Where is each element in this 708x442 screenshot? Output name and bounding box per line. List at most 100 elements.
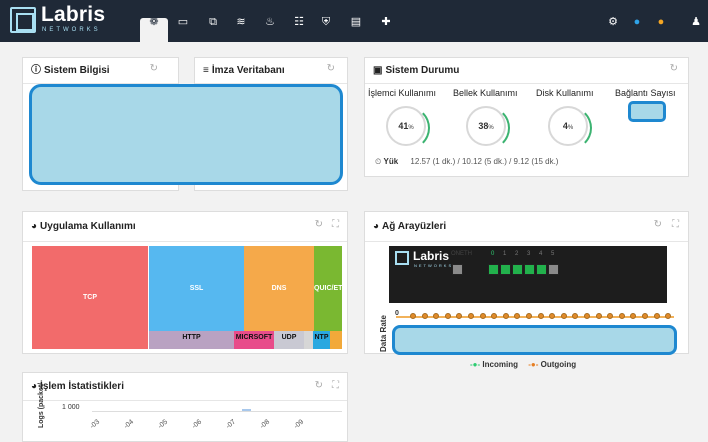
percent-sign: % [488,125,494,131]
list-icon[interactable]: ☷ [291,14,307,30]
cpu-value: 41 [398,121,409,131]
wifi-icon[interactable]: ≋ [233,14,249,30]
treemap-tile-quicetf[interactable]: QUIC/ETF [314,246,347,331]
outgoing-point [421,313,428,319]
memory-value: 38 [478,121,489,131]
ethernet-port-4[interactable] [536,264,547,275]
expand-icon[interactable]: ⛶ [672,219,679,230]
ethernet-port-3[interactable] [524,264,535,275]
treemap-tile-ntp[interactable]: NTP [313,331,330,349]
treemap-tile-tcp[interactable]: TCP [32,246,148,349]
outgoing-point [468,313,474,319]
outgoing-point [584,313,590,319]
brand-subtitle: NETWORKS [42,27,101,33]
panel-title: Ağ Arayüzleri [382,221,447,232]
panel-title: İşlem İstatistikleri [40,381,124,392]
legend-outgoing[interactable]: Outgoing [541,360,577,369]
device-subtitle: NETWORKS [414,263,454,268]
panel-title: Sistem Durumu [385,65,460,76]
outgoing-point [502,313,509,319]
panel-title: Uygulama Kullanımı [40,221,136,232]
panel-header: ◕ İşlem İstatistikleri [23,373,347,401]
ethernet-port-0[interactable] [488,264,499,275]
port-number: 3 [527,251,531,257]
connections-highlight [628,101,666,122]
y-tick: 1 000 [62,404,80,411]
ethernet-port-1[interactable] [500,264,511,275]
y-axis-label: Logs (packet/ [38,382,45,428]
load-row: ⏲ Yük 12.57 (1 dk.) / 10.12 (5 dk.) / 9.… [375,157,558,167]
outgoing-point [444,313,451,319]
network-chart-highlight [392,325,677,355]
panel-header: ◕ Ağ Arayüzleri [365,212,688,242]
panel-title: İmza Veritabanı [211,65,285,76]
load-label: Yük [383,157,399,166]
refresh-icon[interactable]: ↻ [315,380,323,391]
expand-icon[interactable]: ⛶ [332,380,339,391]
device-logo-icon [395,251,409,265]
legend-incoming[interactable]: Incoming [482,360,518,369]
mgmt-port[interactable] [452,264,463,275]
alert-icon[interactable]: ● [653,14,669,30]
connections-label: Bağlantı Sayısı [615,88,676,98]
dashboard-icon[interactable]: ❁ [146,14,162,30]
sistem-bilgisi-highlight [29,84,343,185]
refresh-icon[interactable]: ↻ [654,219,662,230]
database-icon: ≡ [203,65,209,76]
monitor-icon: ▣ [373,65,383,76]
port-number: 5 [551,251,555,257]
percent-sign: % [567,125,574,131]
pie-chart-icon: ◕ [31,381,38,392]
network-icon[interactable]: ⧉ [205,14,221,30]
treemap-tile-dns[interactable]: DNS [244,246,314,331]
load-value: 12.57 (1 dk.) / 10.12 (5 dk.) / 9.12 (15… [410,157,559,166]
settings-icon[interactable]: ⚙ [605,14,621,30]
brand-name: Labris [41,3,106,26]
user-icon[interactable]: ♟ [688,14,704,30]
ethernet-port-5[interactable] [548,264,559,275]
port-number: 0 [491,251,495,257]
top-navbar: Labris NETWORKS ❁ ▭ ⧉ ≋ ♨ ☷ ⛨ ▤ ✚ ⚙ ● ● ♟ [0,0,708,42]
disk-value: 4 [562,121,568,131]
drop-icon[interactable]: ● [629,14,645,30]
panel-header: ≡ İmza Veritabanı [195,58,347,84]
panel-title: Sistem Bilgisi [44,65,110,76]
treemap-tile-http[interactable]: HTTP [149,331,234,349]
refresh-icon[interactable]: ↻ [670,63,678,74]
monitor-icon[interactable]: ▭ [175,14,191,30]
refresh-icon[interactable]: ↻ [315,219,323,230]
disk-gauge: 4% [548,106,592,150]
treemap-tile-ssl[interactable]: SSL [149,246,244,331]
incoming-marker-icon[interactable]: -●- [470,360,480,369]
refresh-icon[interactable]: ↻ [327,63,335,74]
expand-icon[interactable]: ⛶ [332,219,339,230]
plus-circle-icon[interactable]: ✚ [378,14,394,30]
outgoing-point [526,313,532,319]
port-number: 4 [539,251,543,257]
clock-icon: ⏲ [375,157,382,166]
outgoing-point [642,313,648,319]
treemap-tile-udp[interactable]: UDP [274,331,304,349]
shield-icon[interactable]: ⛨ [318,14,334,30]
percent-sign: % [408,125,414,131]
treemap-tile-other[interactable] [330,331,342,349]
ethernet-port-2[interactable] [512,264,523,275]
outgoing-point [479,313,486,319]
pie-chart-icon: ◕ [373,221,380,232]
outgoing-point [595,313,602,319]
brand-logo[interactable]: Labris NETWORKS [10,3,105,37]
treemap-tile-other[interactable] [304,331,313,349]
outgoing-marker-icon[interactable]: -●- [528,360,538,369]
port-group-label: ONETH [451,251,472,257]
device-brand: Labris [413,249,450,263]
info-icon: ⓘ [31,65,41,76]
refresh-icon[interactable]: ↻ [150,63,158,74]
port-number: 2 [515,251,519,257]
outgoing-point [410,313,416,319]
port-number: 1 [503,251,507,257]
fire-icon[interactable]: ♨ [262,14,278,30]
outgoing-point [618,313,625,319]
gridline [92,411,342,412]
treemap-tile-micrsoft[interactable]: MICRSOFT [234,331,274,349]
clipboard-icon[interactable]: ▤ [348,14,364,30]
